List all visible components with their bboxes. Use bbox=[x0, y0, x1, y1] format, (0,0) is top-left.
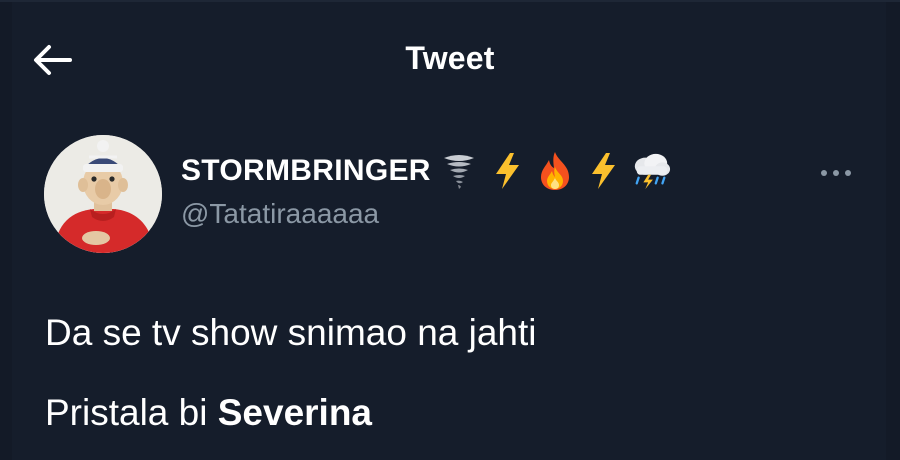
more-options-button[interactable] bbox=[810, 155, 862, 191]
display-name: STORMBRINGER bbox=[181, 154, 431, 187]
lightning-icon bbox=[487, 151, 527, 191]
author-name-row[interactable]: STORMBRINGER bbox=[181, 148, 671, 194]
fire-icon bbox=[535, 151, 575, 191]
avatar[interactable] bbox=[44, 135, 162, 253]
lightning-icon bbox=[583, 151, 623, 191]
avatar-image bbox=[44, 135, 162, 253]
author-handle[interactable]: @Tatatiraaaaaa bbox=[181, 198, 379, 230]
tornado-icon bbox=[439, 151, 479, 191]
top-bar: Tweet bbox=[0, 0, 900, 120]
more-dots-icon bbox=[821, 170, 851, 176]
page-title: Tweet bbox=[405, 40, 495, 76]
tweet-text-line-1: Da se tv show snimao na jahti bbox=[45, 312, 537, 353]
tweet-text-regular: Pristala bi bbox=[45, 392, 218, 433]
thunderstorm-cloud-icon bbox=[631, 151, 671, 191]
tweet-text-line-2: Pristala bi Severina bbox=[45, 392, 372, 434]
tweet-text-bold-mention: Severina bbox=[217, 392, 373, 433]
